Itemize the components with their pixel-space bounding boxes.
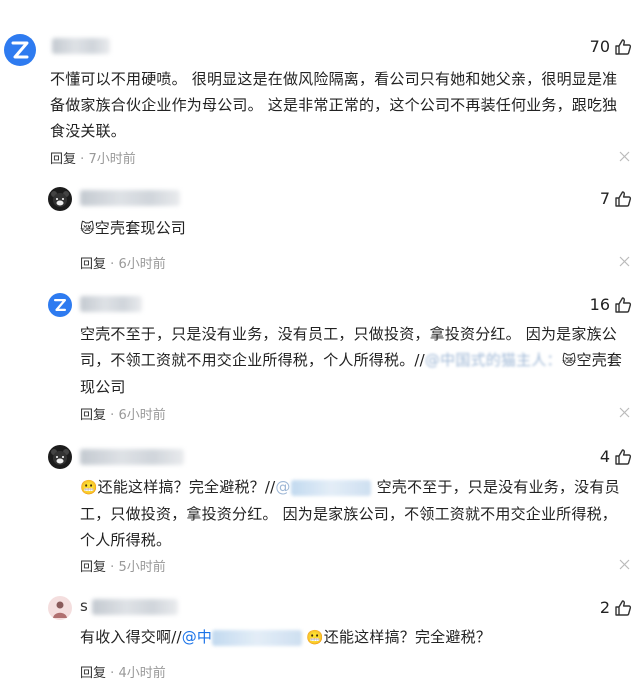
thumbs-up-icon[interactable]: [614, 599, 632, 617]
username-blurred[interactable]: [80, 190, 180, 206]
avatar[interactable]: [48, 445, 72, 469]
comment-text: 😿空壳套现公司: [80, 215, 620, 242]
username-blurred[interactable]: [52, 38, 110, 54]
comment-meta: 回复 · 5小时前: [80, 556, 166, 575]
close-icon[interactable]: [619, 559, 630, 570]
like-count: 16: [589, 295, 610, 314]
comment-4: 4 😬还能这样搞？完全避税？//@ 空壳不至于，只是没有业务，没有员工，只做投资，…: [0, 435, 640, 590]
reply-button[interactable]: 回复: [50, 152, 76, 167]
thumbs-up-icon[interactable]: [614, 448, 632, 466]
person-avatar-icon: [53, 601, 67, 618]
username-initial[interactable]: s: [80, 597, 88, 615]
like-count: 7: [599, 189, 610, 208]
separator-dot: ·: [80, 152, 85, 167]
username-blurred[interactable]: [92, 599, 178, 615]
mention-link[interactable]: @中: [182, 628, 212, 646]
avatar[interactable]: [48, 596, 72, 620]
username-blurred[interactable]: [80, 449, 184, 465]
thumbs-up-icon[interactable]: [614, 38, 632, 56]
mention-link[interactable]: @: [275, 478, 290, 496]
z-logo-icon: [11, 41, 29, 59]
comment-meta: 回复 · 7小时前: [50, 148, 136, 167]
reply-button[interactable]: 回复: [80, 257, 106, 272]
bear-avatar-icon: [51, 449, 69, 465]
grimace-emoji-icon: 😬: [80, 480, 98, 496]
comment-text: 😬还能这样搞？完全避税？//@ 空壳不至于，只是没有业务，没有员工，只做投资，拿投…: [80, 474, 632, 553]
comment-text: 不懂可以不用硬喷。 很明显这是在做风险隔离，看公司只有她和她父亲，很明显是准备做…: [50, 70, 618, 140]
cat-emoji-icon: 😿: [80, 221, 95, 237]
comment-meta: 回复 · 4小时前: [80, 662, 166, 681]
comment-meta: 回复 · 6小时前: [80, 404, 166, 423]
bear-avatar-icon: [51, 191, 69, 207]
z-logo-icon: [53, 298, 67, 312]
timestamp: 7小时前: [88, 152, 136, 167]
comment-text: 有收入得交啊//@中 😬还能这样搞？完全避税？: [80, 624, 632, 651]
cat-emoji-icon: 😿: [561, 353, 577, 369]
like-count: 2: [599, 598, 610, 617]
separator-dot: ·: [110, 257, 115, 272]
thumbs-up-icon[interactable]: [614, 190, 632, 208]
comment-meta: 回复 · 6小时前: [80, 253, 166, 272]
timestamp: 6小时前: [118, 257, 166, 272]
mention-blurred[interactable]: [212, 629, 303, 646]
timestamp: 5小时前: [118, 560, 166, 575]
thumbs-up-icon[interactable]: [614, 296, 632, 314]
comment-3: 16 空壳不至于，只是没有业务，没有员工，只做投资，拿投资分红。 因为是家族公司…: [0, 285, 640, 435]
mention-link[interactable]: @中国式的猫主人：: [425, 351, 562, 369]
avatar[interactable]: [4, 34, 36, 66]
avatar[interactable]: [48, 187, 72, 211]
grimace-emoji-icon: 😬: [306, 630, 324, 646]
like-count: 70: [589, 37, 610, 56]
close-icon[interactable]: [619, 256, 630, 267]
comment-5: s 2 有收入得交啊//@中 😬还能这样搞？完全避税？ 回复 · 4小时前: [0, 590, 640, 681]
comment-text: 空壳不至于，只是没有业务，没有员工，只做投资，拿投资分红。 因为是家族公司，不领…: [80, 325, 623, 396]
timestamp: 6小时前: [118, 408, 166, 423]
separator-dot: ·: [110, 408, 115, 423]
reply-button[interactable]: 回复: [80, 408, 106, 423]
close-icon[interactable]: [619, 407, 630, 418]
separator-dot: ·: [110, 560, 115, 575]
comment-1: 70 不懂可以不用硬喷。 很明显这是在做风险隔离，看公司只有她和她父亲，很明显是…: [0, 0, 640, 175]
like-count: 4: [599, 447, 610, 466]
username-blurred[interactable]: [80, 296, 142, 312]
close-icon[interactable]: [619, 151, 630, 162]
mention-blurred[interactable]: [290, 479, 371, 496]
comment-2: 7 😿空壳套现公司 回复 · 6小时前: [0, 175, 640, 285]
reply-button[interactable]: 回复: [80, 560, 106, 575]
avatar[interactable]: [48, 293, 72, 317]
